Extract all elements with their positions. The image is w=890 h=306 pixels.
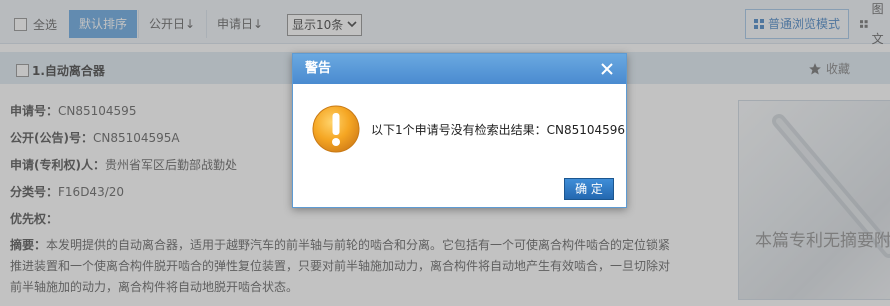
close-icon[interactable] [600, 62, 614, 76]
warning-dialog: 警告 以下1个申请号没有检索出结果：CN85104596 确 定 [292, 53, 627, 208]
ok-button[interactable]: 确 定 [564, 178, 614, 200]
dialog-titlebar: 警告 [293, 54, 626, 84]
warning-icon [312, 105, 360, 153]
dialog-title: 警告 [305, 61, 332, 76]
dialog-message: 以下1个申请号没有检索出结果：CN85104596 [371, 123, 626, 137]
